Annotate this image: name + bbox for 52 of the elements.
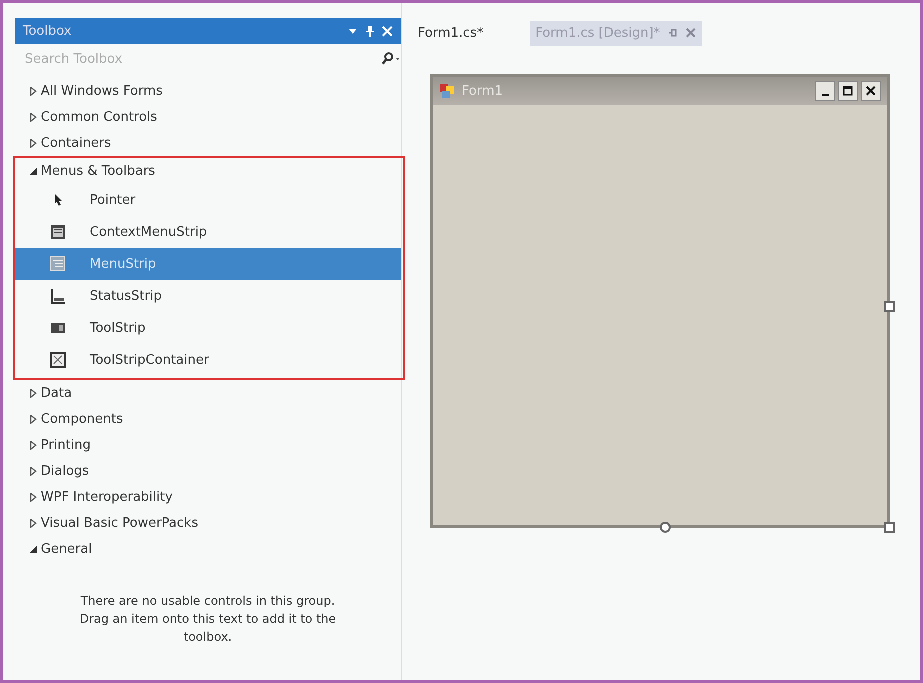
maximize-button[interactable]	[838, 81, 858, 101]
tool-strip-icon	[50, 320, 66, 336]
category-header[interactable]: Containers	[15, 130, 401, 156]
pin-icon[interactable]	[668, 28, 678, 38]
close-icon	[866, 86, 876, 96]
collapsed-arrow-icon	[29, 466, 38, 476]
minimize-icon	[822, 94, 828, 96]
maximize-icon	[843, 86, 853, 96]
expanded-arrow-icon	[29, 544, 38, 554]
expanded-arrow-icon	[29, 166, 38, 176]
category-header[interactable]: Menus & Toolbars	[15, 158, 401, 184]
category-header[interactable]: Dialogs	[15, 458, 401, 484]
toolbox-item[interactable]: ToolStrip	[15, 312, 401, 344]
close-button[interactable]	[861, 81, 881, 101]
collapsed-arrow-icon	[29, 518, 38, 528]
collapsed-arrow-icon	[29, 86, 38, 96]
collapsed-arrow-icon	[29, 414, 38, 424]
resize-handle[interactable]	[660, 522, 671, 533]
form-title: Form1	[462, 84, 504, 98]
toolbox-item[interactable]: ContextMenuStrip	[15, 216, 401, 248]
category-header[interactable]: General	[15, 536, 401, 562]
category-header[interactable]: Visual Basic PowerPacks	[15, 510, 401, 536]
menu-strip-icon	[50, 256, 66, 272]
dropdown-icon[interactable]	[348, 26, 358, 36]
toolbox-item[interactable]: ToolStripContainer	[15, 344, 401, 376]
category-header[interactable]: Common Controls	[15, 104, 401, 130]
collapsed-arrow-icon	[29, 388, 38, 398]
search-field[interactable]: Search Toolbox	[23, 50, 381, 68]
document-tab[interactable]: Form1.cs*	[412, 20, 490, 46]
context-menu-icon	[50, 224, 66, 240]
toolbox-item[interactable]: Pointer	[15, 184, 401, 216]
toolbox-item[interactable]: StatusStrip	[15, 280, 401, 312]
collapsed-arrow-icon	[29, 138, 38, 148]
resize-handle[interactable]	[884, 522, 895, 533]
status-strip-icon	[50, 288, 66, 304]
close-icon[interactable]	[686, 28, 696, 38]
minimize-button[interactable]	[815, 81, 835, 101]
category-header[interactable]: Data	[15, 380, 401, 406]
resize-handle[interactable]	[884, 301, 895, 312]
collapsed-arrow-icon	[29, 492, 38, 502]
collapsed-arrow-icon	[29, 440, 38, 450]
toolbox-title: Toolbox	[23, 24, 73, 38]
category-header[interactable]: All Windows Forms	[15, 78, 401, 104]
form-icon	[439, 83, 455, 99]
category-header[interactable]: Printing	[15, 432, 401, 458]
empty-group-message: There are no usable controls in this group. Drag an item onto this text to add it to the toolbox.	[78, 593, 338, 646]
pin-icon[interactable]	[365, 25, 375, 37]
container-icon	[50, 352, 66, 368]
collapsed-arrow-icon	[29, 112, 38, 122]
category-header[interactable]: Components	[15, 406, 401, 432]
search-icon[interactable]	[381, 52, 401, 66]
category-header[interactable]: WPF Interoperability	[15, 484, 401, 510]
